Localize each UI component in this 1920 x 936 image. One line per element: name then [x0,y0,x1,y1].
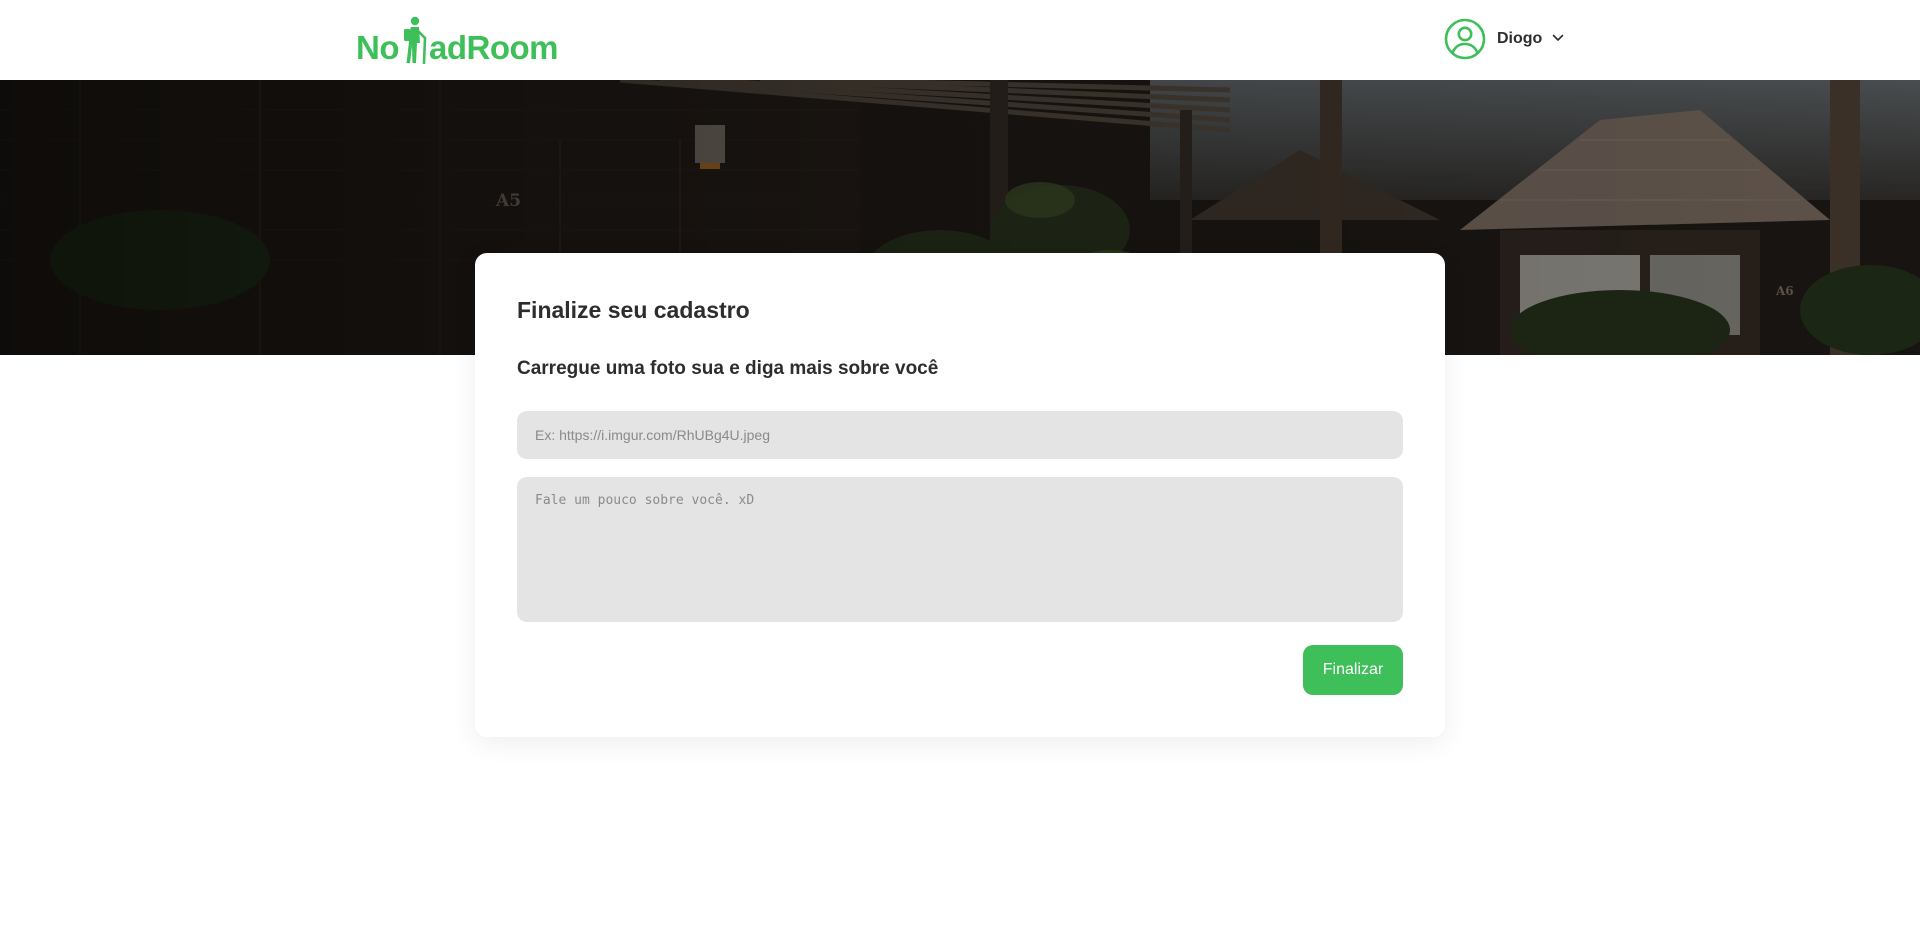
about-textarea[interactable] [517,477,1403,622]
user-menu-dropdown[interactable]: Diogo [1444,18,1565,60]
logo-text-start: No [356,29,400,66]
complete-registration-card: Finalize seu cadastro Carregue uma foto … [475,253,1445,737]
form-subtitle: Carregue uma foto sua e diga mais sobre … [517,358,939,379]
logo-text-end: adRoom [429,29,559,66]
hiker-icon [404,16,427,64]
finish-button[interactable]: Finalizar [1303,645,1403,695]
nomadroom-logo[interactable]: No adRoom [356,16,559,66]
photo-url-input[interactable] [517,411,1403,459]
user-circle-icon[interactable] [1444,18,1486,60]
top-navbar: No adRoom Diogo [0,0,1920,80]
chevron-down-icon[interactable] [1551,31,1565,45]
user-name[interactable]: Diogo [1497,30,1542,48]
page-title: Finalize seu cadastro [517,297,750,323]
